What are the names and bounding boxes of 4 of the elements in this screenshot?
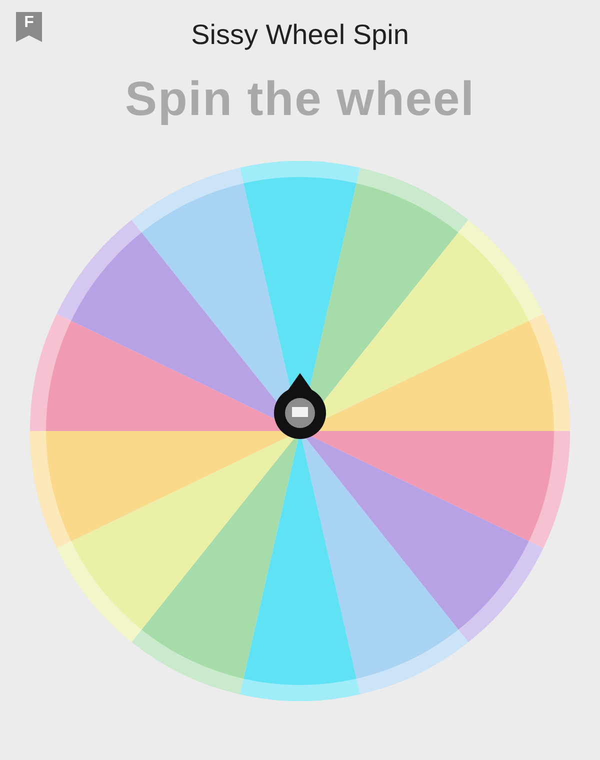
window-title: Sissy Wheel Spin xyxy=(191,19,409,51)
app-badge-icon: F xyxy=(16,12,42,42)
wheel-hub-icon xyxy=(274,373,326,439)
page-heading: Spin the wheel xyxy=(124,72,476,127)
